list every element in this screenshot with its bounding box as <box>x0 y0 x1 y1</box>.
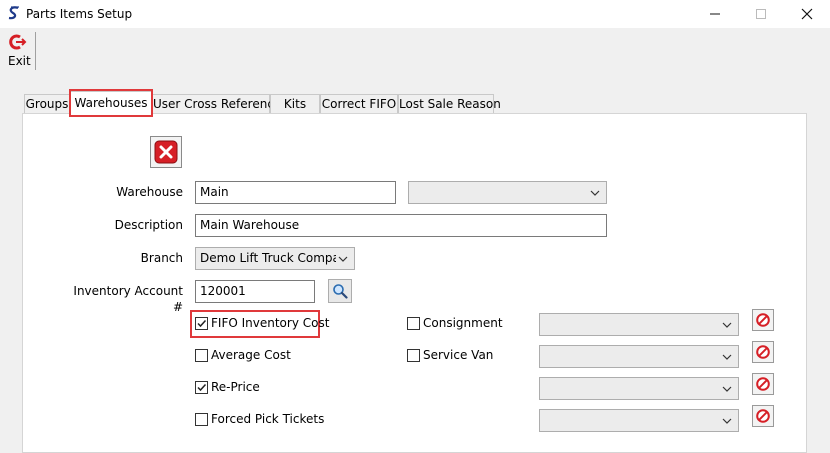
forced-pick-tickets-label: Forced Pick Tickets <box>211 412 325 426</box>
window-title: Parts Items Setup <box>26 7 133 21</box>
chevron-down-icon <box>590 190 600 196</box>
tab-kits[interactable]: Kits <box>270 94 320 113</box>
delete-x-icon <box>154 140 178 164</box>
warehouse-label: Warehouse <box>116 185 183 199</box>
maximize-button[interactable] <box>738 0 784 28</box>
maximize-icon <box>756 9 766 19</box>
delete-warehouse-button[interactable] <box>150 136 182 168</box>
chevron-down-icon <box>722 418 732 424</box>
tab-user-cross-reference[interactable]: User Cross Reference <box>152 94 281 113</box>
no-entry-icon <box>756 377 770 391</box>
fifo-inventory-cost-checkbox[interactable] <box>195 317 208 330</box>
forced-pick-tickets-dropdown[interactable] <box>539 409 739 432</box>
no-entry-icon <box>756 409 770 423</box>
app-logo-icon <box>8 6 19 20</box>
inventory-account-label: Inventory Account # <box>73 284 183 314</box>
consignment-label: Consignment <box>423 316 503 330</box>
service-van-label: Service Van <box>423 348 494 362</box>
checkmark-icon <box>197 319 207 328</box>
toolbar <box>0 28 830 72</box>
re-price-checkbox[interactable] <box>195 381 208 394</box>
forced-pick-tickets-checkbox[interactable] <box>195 413 208 426</box>
exit-button[interactable]: Exit <box>3 32 33 70</box>
consignment-dropdown[interactable] <box>539 313 739 336</box>
clear-service-van-button[interactable] <box>752 341 774 363</box>
re-price-label: Re-Price <box>211 380 260 394</box>
warehouse-field[interactable]: Main <box>195 181 396 204</box>
close-icon <box>801 8 813 20</box>
clear-consignment-button[interactable] <box>752 309 774 331</box>
inventory-account-search-button[interactable] <box>328 279 352 303</box>
exit-icon <box>9 34 27 50</box>
minimize-icon <box>710 13 720 15</box>
branch-dropdown[interactable]: Demo Lift Truck Company <box>195 247 355 270</box>
checkmark-icon <box>197 383 207 392</box>
re-price-dropdown[interactable] <box>539 377 739 400</box>
no-entry-icon <box>756 313 770 327</box>
average-cost-checkbox[interactable] <box>195 349 208 362</box>
clear-re-price-button[interactable] <box>752 373 774 395</box>
chevron-down-icon <box>722 322 732 328</box>
branch-label: Branch <box>140 251 183 265</box>
consignment-checkbox[interactable] <box>407 317 420 330</box>
fifo-inventory-cost-label: FIFO Inventory Cost <box>211 316 330 330</box>
clear-forced-pick-tickets-button[interactable] <box>752 405 774 427</box>
toolbar-divider <box>35 32 36 70</box>
service-van-checkbox[interactable] <box>407 349 420 362</box>
warehouses-tab-highlight <box>69 89 153 117</box>
average-cost-label: Average Cost <box>211 348 291 362</box>
tab-correct-fifo[interactable]: Correct FIFO <box>320 94 398 113</box>
tab-lost-sale-reason[interactable]: Lost Sale Reason <box>398 94 501 113</box>
exit-label: Exit <box>8 54 31 68</box>
chevron-down-icon <box>722 354 732 360</box>
description-label: Description <box>114 218 183 232</box>
search-icon <box>333 284 348 299</box>
description-field[interactable]: Main Warehouse <box>195 214 607 237</box>
close-window-button[interactable] <box>784 0 830 28</box>
branch-selected-value: Demo Lift Truck Company <box>200 251 336 265</box>
minimize-button[interactable] <box>692 0 738 28</box>
service-van-dropdown[interactable] <box>539 345 739 368</box>
warehouse-dropdown[interactable] <box>408 181 607 204</box>
inventory-account-field[interactable]: 120001 <box>195 280 315 303</box>
chevron-down-icon <box>338 256 348 262</box>
chevron-down-icon <box>722 386 732 392</box>
no-entry-icon <box>756 345 770 359</box>
tab-groups[interactable]: Groups <box>24 94 70 113</box>
